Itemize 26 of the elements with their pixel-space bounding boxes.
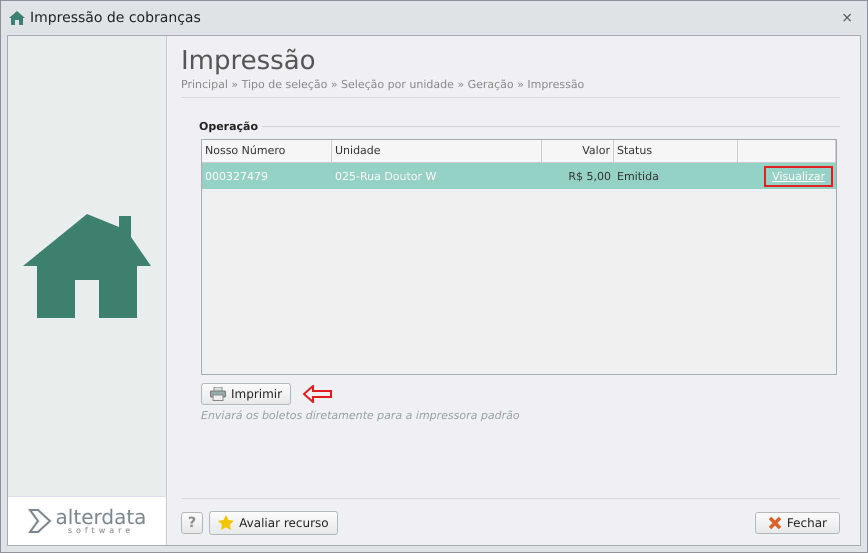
group-title: Operação <box>199 120 258 133</box>
table-cell-text: Emitida <box>616 170 660 182</box>
table-cell-text: 025-Rua Doutor W <box>334 170 438 182</box>
column-header[interactable]: Valor <box>542 140 614 162</box>
star-icon <box>218 515 234 531</box>
close-button[interactable]: Fechar <box>754 512 840 534</box>
logo-subtitle: software <box>68 527 134 535</box>
rate-button[interactable]: Avaliar recurso <box>209 511 338 535</box>
breadcrumb: Principal » Tipo de seleção » Seleção por unidade » Geração » Impressão <box>181 78 840 98</box>
table-row[interactable]: 000327479 025-Rua Doutor W R$ 5,00 Emitida Visualizar <box>202 163 836 189</box>
house-icon <box>9 11 25 25</box>
print-button[interactable]: Imprimir <box>201 383 292 405</box>
table-cell-text: 000327479 <box>204 170 269 182</box>
column-header[interactable]: Status <box>614 140 738 162</box>
column-header[interactable]: Unidade <box>332 140 542 162</box>
logo-icon <box>28 508 52 534</box>
close-button[interactable]: × <box>835 10 859 26</box>
logo-text: alterdata <box>56 507 146 527</box>
close-icon <box>768 516 782 530</box>
column-header[interactable]: Nosso Número <box>202 140 332 162</box>
page-title: Impressão <box>181 46 317 76</box>
printer-icon <box>210 387 226 401</box>
print-hint: Enviará os boletos diretamente para a impressora padrão <box>201 409 521 422</box>
table-cell-text: R$ 5,00 <box>567 170 612 182</box>
window-title: Impressão de cobranças <box>30 10 202 26</box>
house-icon <box>23 214 151 318</box>
